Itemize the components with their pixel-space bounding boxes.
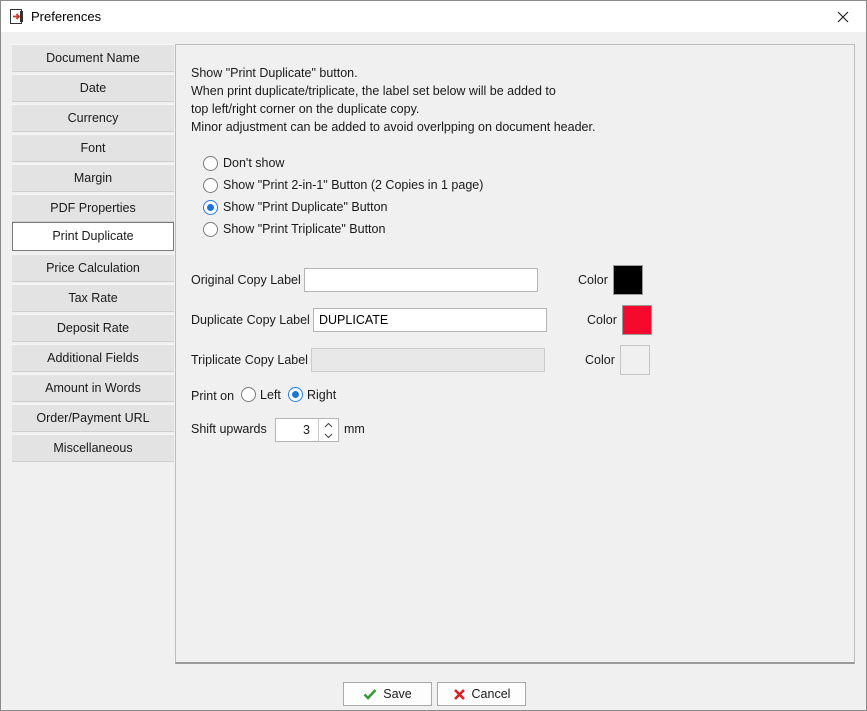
radio-button[interactable] [241, 387, 256, 402]
shift-upwards-stepper[interactable]: 3 [275, 418, 339, 442]
option-label: Show "Print 2-in-1" Button (2 Copies in … [223, 178, 484, 192]
sidebar-item-deposit-rate[interactable]: Deposit Rate [12, 314, 174, 342]
sidebar-item-document-name[interactable]: Document Name [12, 44, 174, 72]
chevron-down-icon [324, 433, 333, 438]
window-title: Preferences [31, 9, 102, 24]
original-color-caption: Color [578, 273, 608, 287]
radio-button-selected[interactable] [203, 199, 218, 215]
close-icon [837, 11, 849, 22]
sidebar-item-order-payment-url[interactable]: Order/Payment URL [12, 404, 174, 432]
triplicate-copy-label-input[interactable] [311, 348, 545, 372]
duplicate-color-caption: Color [587, 313, 617, 327]
stepper-arrows [318, 419, 338, 441]
print-on-caption: Print on [191, 389, 235, 403]
option-label: Show "Print Triplicate" Button [223, 222, 386, 236]
sidebar-item-amount-in-words[interactable]: Amount in Words [12, 374, 174, 402]
option-label: Show "Print Duplicate" Button [223, 200, 388, 214]
original-copy-label-input[interactable] [304, 268, 538, 292]
description: Show "Print Duplicate" button. When prin… [191, 64, 595, 136]
cancel-x-icon [453, 688, 465, 700]
sidebar-item-margin[interactable]: Margin [12, 164, 174, 192]
triplicate-color-swatch[interactable] [620, 345, 650, 375]
description-line: top left/right corner on the duplicate c… [191, 102, 420, 116]
sidebar-item-miscellaneous[interactable]: Miscellaneous [12, 434, 174, 462]
chevron-up-icon [324, 422, 333, 427]
option-print-duplicate[interactable]: Show "Print Duplicate" Button [203, 198, 388, 216]
sidebar-item-date[interactable]: Date [12, 74, 174, 102]
print-on-right-label: Right [307, 387, 337, 402]
title-bar: Preferences [1, 1, 866, 32]
sidebar-item-currency[interactable]: Currency [12, 104, 174, 132]
description-line: Show "Print Duplicate" button. [191, 66, 358, 80]
radio-button[interactable] [203, 177, 218, 193]
cancel-button[interactable]: Cancel [437, 682, 526, 706]
sidebar-item-price-calculation[interactable]: Price Calculation [12, 254, 174, 282]
duplicate-copy-label-caption: Duplicate Copy Label [191, 313, 310, 327]
print-on-left[interactable]: Left [241, 387, 281, 402]
settings-panel: Show "Print Duplicate" button. When prin… [175, 44, 855, 664]
checkmark-icon [363, 689, 377, 700]
option-print-triplicate[interactable]: Show "Print Triplicate" Button [203, 220, 385, 238]
sidebar-item-additional-fields[interactable]: Additional Fields [12, 344, 174, 372]
app-icon [10, 9, 24, 24]
sidebar-item-tax-rate[interactable]: Tax Rate [12, 284, 174, 312]
radio-button[interactable] [203, 155, 218, 171]
radio-button[interactable] [203, 221, 218, 237]
decrement-button[interactable] [319, 430, 338, 441]
option-dont-show[interactable]: Don't show [203, 154, 284, 172]
sidebar-item-pdf-properties[interactable]: PDF Properties [12, 194, 174, 222]
sidebar-item-print-duplicate[interactable]: Print Duplicate [12, 222, 174, 251]
close-button[interactable] [820, 1, 866, 32]
duplicate-copy-label-input[interactable]: DUPLICATE [313, 308, 547, 332]
duplicate-color-swatch[interactable] [622, 305, 652, 335]
preferences-window: Preferences Document Name Date Currency … [0, 0, 867, 711]
print-on-right[interactable]: Right [288, 387, 336, 402]
shift-upwards-value[interactable]: 3 [276, 419, 318, 441]
triplicate-color-caption: Color [585, 353, 615, 367]
description-line: Minor adjustment can be added to avoid o… [191, 120, 596, 134]
cancel-label: Cancel [471, 687, 511, 701]
radio-button-selected[interactable] [288, 387, 303, 402]
option-label: Don't show [223, 156, 285, 170]
save-label: Save [383, 687, 412, 701]
increment-button[interactable] [319, 419, 338, 430]
sidebar-item-font[interactable]: Font [12, 134, 174, 162]
option-print-2-in-1[interactable]: Show "Print 2-in-1" Button (2 Copies in … [203, 176, 483, 194]
description-line: When print duplicate/triplicate, the lab… [191, 84, 556, 98]
triplicate-copy-label-caption: Triplicate Copy Label [191, 353, 308, 367]
print-on-left-label: Left [260, 387, 281, 402]
shift-unit: mm [344, 422, 365, 436]
original-color-swatch[interactable] [613, 265, 643, 295]
original-copy-label-caption: Original Copy Label [191, 273, 301, 287]
shift-upwards-caption: Shift upwards [191, 422, 267, 436]
save-button[interactable]: Save [343, 682, 432, 706]
